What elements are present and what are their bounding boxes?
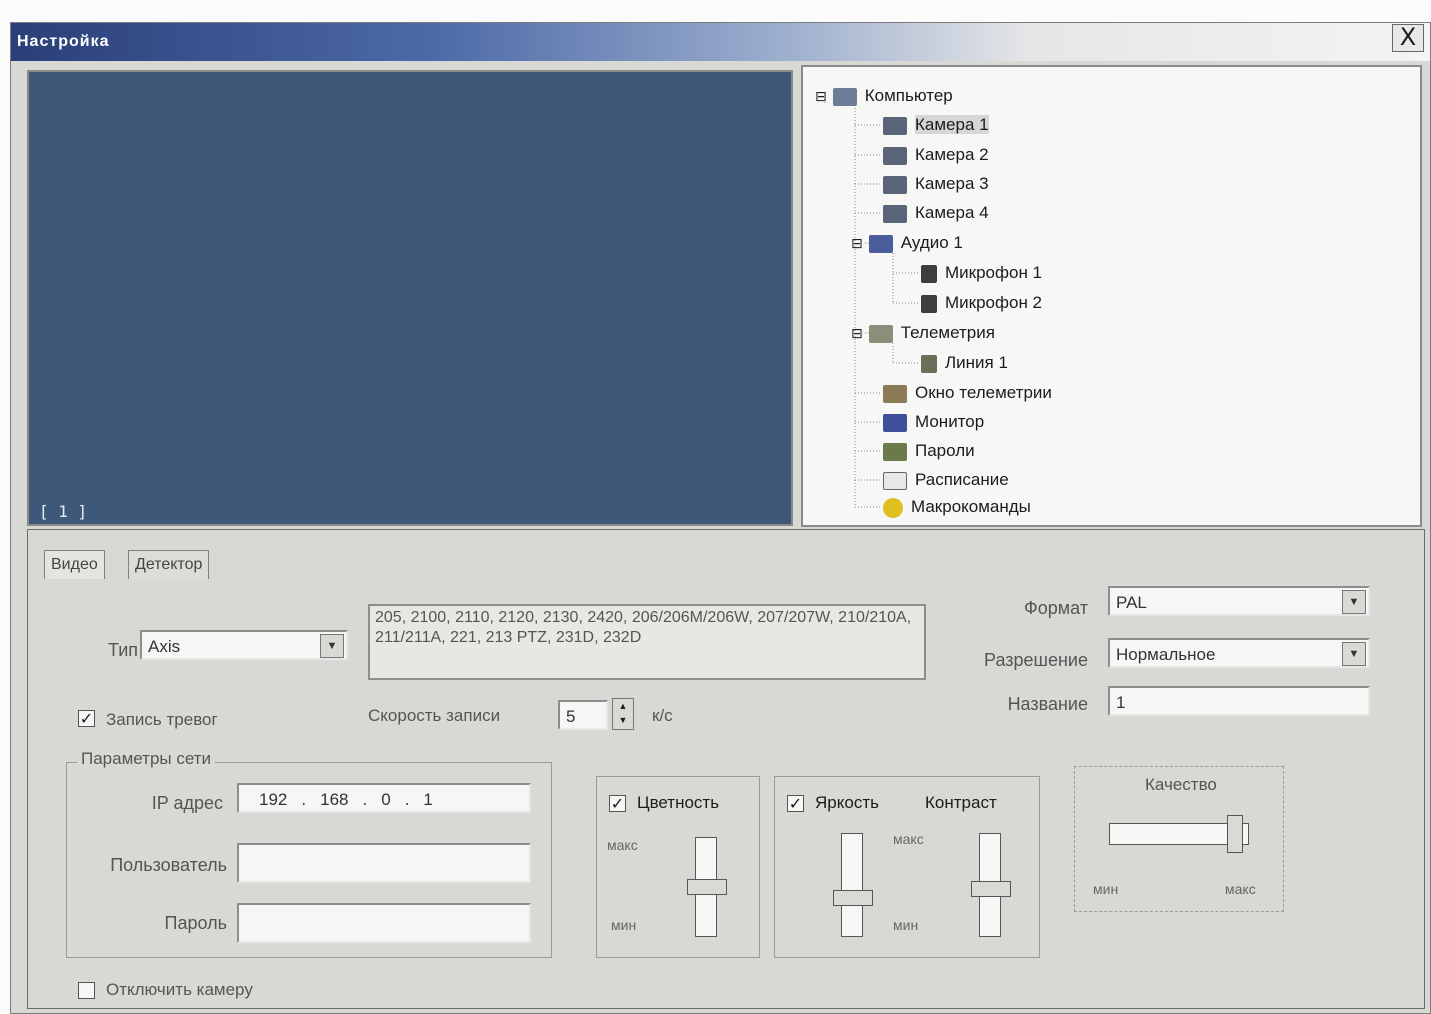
device-tree[interactable]: ⊟ Компьютер Камера 1 Камера 2 Камера 3 Ка… xyxy=(801,65,1422,527)
microphone-icon xyxy=(921,264,937,283)
resolution-label: Разрешение xyxy=(984,650,1088,670)
password-label: Пароль xyxy=(164,913,227,933)
telemetry-icon xyxy=(868,324,893,343)
password-input[interactable] xyxy=(237,903,531,943)
record-speed-spinner[interactable]: ▲ ▼ xyxy=(612,698,634,730)
record-speed-label: Скорость записи xyxy=(368,706,501,725)
tree-item-schedule[interactable]: Расписание xyxy=(883,467,1009,493)
tree-item-camera-3[interactable]: Камера 3 xyxy=(883,171,989,197)
contrast-slider-thumb[interactable] xyxy=(971,881,1011,898)
type-select[interactable]: Axis ▼ xyxy=(140,630,348,660)
tree-item-microphone-2[interactable]: Микрофон 2 xyxy=(921,290,1042,316)
settings-panel: Видео Детектор Тип Axis ▼ 205, 2100, 211… xyxy=(27,529,1425,1009)
network-params-group: Параметры сети IP адрес 192. 168. 0. 1 П… xyxy=(66,749,552,958)
name-label: Название xyxy=(1007,694,1088,714)
format-label: Формат xyxy=(1024,598,1088,618)
type-label: Тип xyxy=(107,640,138,660)
ip-input[interactable]: 192. 168. 0. 1 xyxy=(237,783,531,813)
record-speed-unit: к/с xyxy=(652,706,673,725)
microphone-icon xyxy=(921,294,937,313)
ip-octet-4: 1 xyxy=(423,790,433,809)
color-label: Цветность xyxy=(637,793,720,812)
brightness-slider-thumb[interactable] xyxy=(833,890,873,907)
ip-octet-1: 192 xyxy=(259,790,288,809)
brightness-checkbox[interactable]: ✓ xyxy=(787,795,804,812)
record-speed-input[interactable]: 5 xyxy=(558,700,608,730)
tree-item-telemetry[interactable]: ⊟ Телеметрия xyxy=(851,320,995,346)
quality-label: Качество xyxy=(1145,775,1217,794)
tree-item-telemetry-window[interactable]: Окно телеметрии xyxy=(883,380,1052,406)
monitor-icon xyxy=(883,413,907,432)
resolution-value: Нормальное xyxy=(1116,645,1216,664)
collapse-icon[interactable]: ⊟ xyxy=(851,326,863,342)
tab-detector[interactable]: Детектор xyxy=(128,550,210,579)
alarm-record-checkbox[interactable]: ✓ xyxy=(78,710,95,727)
close-button[interactable]: X xyxy=(1392,24,1424,52)
ip-octet-3: 0 xyxy=(381,790,391,809)
camera-icon xyxy=(883,116,907,135)
schedule-icon xyxy=(883,471,907,490)
tree-item-macro[interactable]: Макрокоманды xyxy=(883,494,1031,520)
contrast-label: Контраст xyxy=(925,793,997,812)
tree-item-audio-1[interactable]: ⊟ Аудио 1 xyxy=(851,230,963,256)
video-overlay-label: [ 1 ] xyxy=(39,502,88,521)
color-min-label: мин xyxy=(611,917,637,933)
chevron-down-icon[interactable]: ▼ xyxy=(1342,590,1366,614)
alarm-record-label: Запись тревог xyxy=(106,710,218,729)
format-value: PAL xyxy=(1116,593,1147,612)
type-value: Axis xyxy=(148,637,181,656)
user-input[interactable] xyxy=(237,843,531,883)
contrast-max-label: макс xyxy=(893,831,924,847)
color-group: ✓ Цветность макс мин xyxy=(596,776,760,958)
tree-item-camera-4[interactable]: Камера 4 xyxy=(883,200,989,226)
camera-models-list[interactable]: 205, 2100, 2110, 2120, 2130, 2420, 206/2… xyxy=(368,604,926,680)
tree-item-camera-2[interactable]: Камера 2 xyxy=(883,142,989,168)
brightness-slider-track[interactable] xyxy=(841,833,863,937)
disable-camera-label: Отключить камеру xyxy=(106,980,253,999)
window-title: Настройка xyxy=(17,33,110,50)
resolution-select[interactable]: Нормальное ▼ xyxy=(1108,638,1370,668)
quality-slider-thumb[interactable] xyxy=(1226,815,1243,853)
ip-label: IP адрес xyxy=(151,793,223,813)
contrast-min-label: мин xyxy=(893,917,919,933)
name-input[interactable]: 1 xyxy=(1108,686,1370,716)
tree-item-computer[interactable]: ⊟ Компьютер xyxy=(815,83,953,109)
camera-icon xyxy=(883,204,907,223)
tree-item-line-1[interactable]: Линия 1 xyxy=(921,350,1008,376)
quality-group: Качество мин макс xyxy=(1074,766,1284,912)
video-preview: [ 1 ] xyxy=(27,70,793,526)
title-bar: Настройка X xyxy=(11,23,1430,61)
disable-camera-checkbox[interactable] xyxy=(78,982,95,999)
audio-card-icon xyxy=(868,234,893,253)
camera-icon xyxy=(883,175,907,194)
camera-icon xyxy=(883,146,907,165)
collapse-icon[interactable]: ⊟ xyxy=(851,236,863,252)
tree-item-monitor[interactable]: Монитор xyxy=(883,409,984,435)
tree-item-passwords[interactable]: Пароли xyxy=(883,438,975,464)
color-max-label: макс xyxy=(607,837,638,853)
chevron-down-icon[interactable]: ▼ xyxy=(1342,642,1366,666)
telemetry-window-icon xyxy=(883,384,907,403)
passwords-icon xyxy=(883,442,907,461)
collapse-icon[interactable]: ⊟ xyxy=(815,89,827,105)
tab-video[interactable]: Видео xyxy=(44,550,105,579)
chevron-down-icon[interactable]: ▼ xyxy=(320,634,344,658)
brightness-label: Яркость xyxy=(815,793,879,812)
format-select[interactable]: PAL ▼ xyxy=(1108,586,1370,616)
user-label: Пользователь xyxy=(110,855,227,875)
settings-window: Настройка X [ 1 ] ⊟ Компьютер Камера 1 К… xyxy=(10,22,1431,1014)
tree-item-camera-1[interactable]: Камера 1 xyxy=(883,112,989,138)
line-icon xyxy=(921,354,937,373)
network-group-label: Параметры сети xyxy=(77,749,216,769)
color-slider-thumb[interactable] xyxy=(687,879,727,895)
quality-max-label: макс xyxy=(1225,881,1256,897)
macro-icon xyxy=(883,497,903,518)
tree-item-microphone-1[interactable]: Микрофон 1 xyxy=(921,260,1042,286)
quality-min-label: мин xyxy=(1093,881,1119,897)
color-checkbox[interactable]: ✓ xyxy=(609,795,626,812)
ip-octet-2: 168 xyxy=(320,790,349,809)
computer-icon xyxy=(832,87,857,106)
brightness-contrast-group: ✓ Яркость Контраст макс мин xyxy=(774,776,1040,958)
